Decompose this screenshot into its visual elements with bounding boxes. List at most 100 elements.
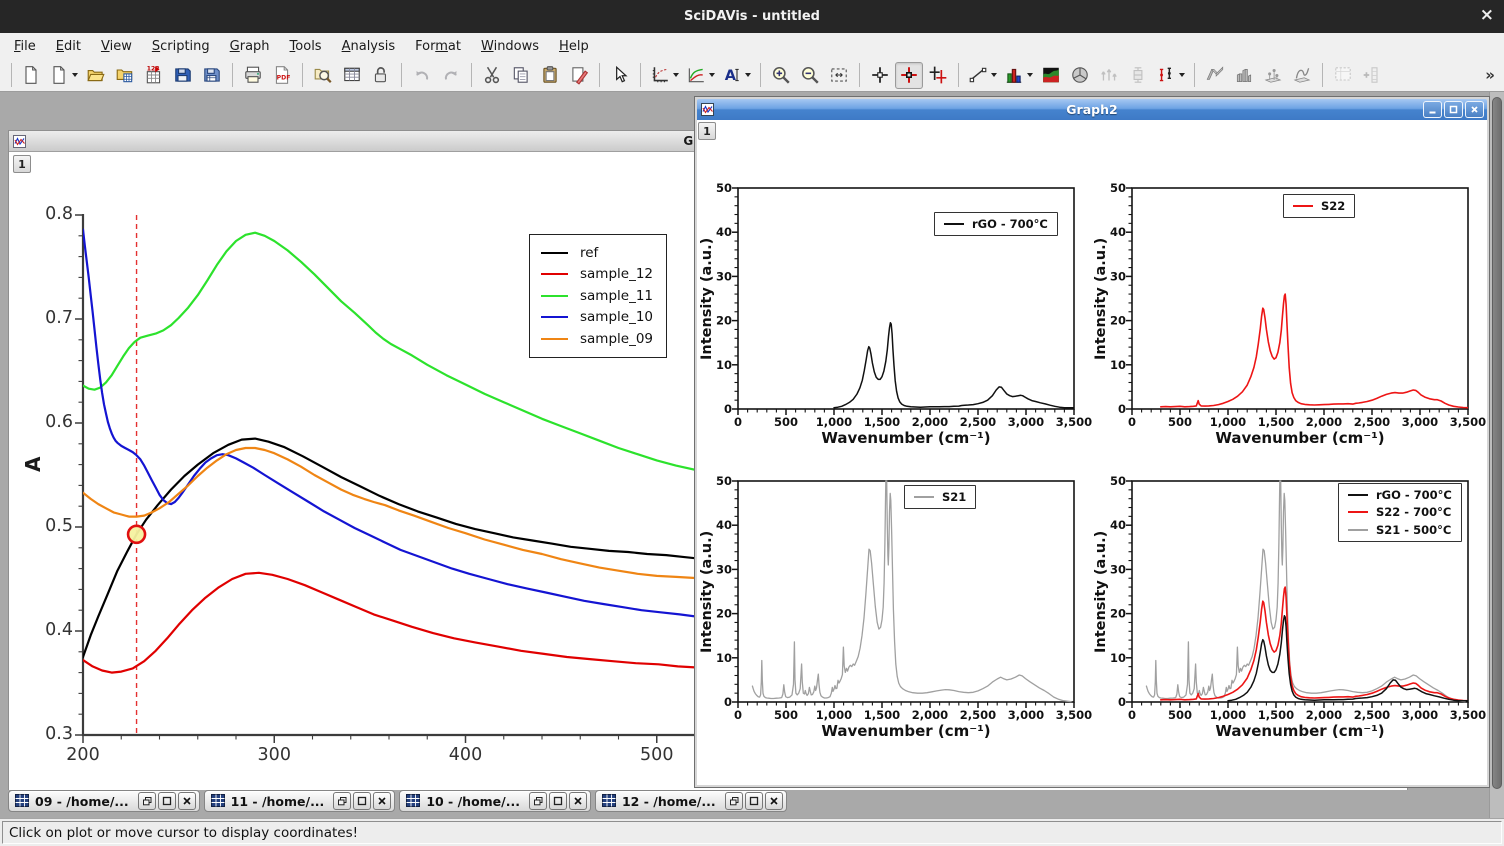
close-icon[interactable] xyxy=(373,792,391,810)
maximize-icon[interactable] xyxy=(1444,101,1463,118)
toolbar-overflow-button[interactable]: » xyxy=(1482,66,1498,84)
raman-s21-plot-canvas[interactable]: 05001,0001,5002,0002,5003,0003,500010203… xyxy=(701,471,1093,763)
workspace-vertical-scrollbar[interactable] xyxy=(1489,92,1504,818)
delete-selection-button[interactable] xyxy=(565,62,593,89)
screen-reader-button[interactable] xyxy=(866,62,894,89)
save-project-button[interactable] xyxy=(169,62,197,89)
save-template-button[interactable] xyxy=(198,62,226,89)
plot3d-trajectory-button[interactable] xyxy=(1288,62,1316,89)
open-template-icon xyxy=(115,65,135,85)
minimized-window-11[interactable]: 11 - /home/... xyxy=(204,790,396,812)
rescale-button[interactable] xyxy=(825,62,853,89)
plot3d-bars-button[interactable] xyxy=(1230,62,1258,89)
subplot-s21: 05001,0001,5002,0002,5003,0003,500010203… xyxy=(701,471,1093,763)
minimized-window-09[interactable]: 09 - /home/... xyxy=(8,790,200,812)
error-bars-icon xyxy=(1156,65,1176,85)
svg-text:50: 50 xyxy=(1110,181,1126,195)
toolbar-separator xyxy=(302,63,303,87)
minimize-icon[interactable] xyxy=(1423,101,1442,118)
minimized-window-label: 10 - /home/... xyxy=(426,794,520,809)
uvvis-legend[interactable]: refsample_12sample_11sample_10sample_09 xyxy=(529,234,667,358)
graph1-layer-button[interactable]: 1 xyxy=(13,155,31,173)
restore-icon[interactable] xyxy=(529,792,547,810)
pointer-button[interactable] xyxy=(606,62,634,89)
svg-text:500: 500 xyxy=(1168,415,1192,429)
maximize-icon[interactable] xyxy=(158,792,176,810)
data-reader-button[interactable] xyxy=(895,62,923,89)
import-ascii-button[interactable]: 123 xyxy=(140,62,168,89)
toolbar-separator xyxy=(958,63,959,87)
pie-plot-button[interactable] xyxy=(1066,62,1094,89)
restore-icon[interactable] xyxy=(725,792,743,810)
legend-line-swatch xyxy=(914,496,934,498)
plot3d-ribbon-button[interactable] xyxy=(1201,62,1229,89)
cut-button[interactable] xyxy=(478,62,506,89)
menu-edit[interactable]: Edit xyxy=(46,36,91,57)
maximize-icon[interactable] xyxy=(353,792,371,810)
graph2-titlebar[interactable]: Graph2 xyxy=(697,99,1487,120)
menu-file[interactable]: File xyxy=(4,36,46,57)
minimized-window-10[interactable]: 10 - /home/... xyxy=(399,790,591,812)
close-icon[interactable] xyxy=(178,792,196,810)
menu-tools[interactable]: Tools xyxy=(280,36,332,57)
copy-button[interactable] xyxy=(507,62,535,89)
bar-plot-button[interactable] xyxy=(1001,62,1036,89)
raman-s22-plot-canvas[interactable]: 05001,0001,5002,0002,5003,0003,500010203… xyxy=(1095,178,1487,470)
line-plot-icon xyxy=(968,65,988,85)
area-plot-button[interactable] xyxy=(1037,62,1065,89)
raman-rgo-legend[interactable]: rGO - 700°C xyxy=(934,212,1058,236)
graph2-layer-button[interactable]: 1 xyxy=(698,122,716,140)
raman-combined-legend[interactable]: rGO - 700°CS22 - 700°CS21 - 500°C xyxy=(1338,483,1462,542)
restore-icon[interactable] xyxy=(333,792,351,810)
new-project-button[interactable] xyxy=(17,62,45,89)
open-template-button[interactable] xyxy=(111,62,139,89)
results-log-icon xyxy=(342,65,362,85)
close-icon[interactable] xyxy=(765,792,783,810)
maximize-icon[interactable] xyxy=(745,792,763,810)
svg-text:20: 20 xyxy=(716,314,732,328)
raman-y-axis-title: Intensity (a.u.) xyxy=(697,481,717,702)
zoom-in-button[interactable] xyxy=(767,62,795,89)
scrollbar-thumb[interactable] xyxy=(1492,97,1502,789)
menu-graph[interactable]: Graph xyxy=(220,36,280,57)
new-aspect-button[interactable] xyxy=(46,62,81,89)
add-text-button[interactable]: A xyxy=(719,62,754,89)
export-pdf-button[interactable]: PDF xyxy=(268,62,296,89)
svg-text:1,000: 1,000 xyxy=(816,415,852,429)
window-close-button[interactable]: × xyxy=(1480,0,1494,33)
zoom-out-button[interactable] xyxy=(796,62,824,89)
graph2-content: 1 05001,0001,5002,0002,5003,0003,5000102… xyxy=(697,120,1487,785)
menu-analysis[interactable]: Analysis xyxy=(332,36,406,57)
legend-label: S22 xyxy=(1321,199,1345,213)
paste-button[interactable] xyxy=(536,62,564,89)
close-icon[interactable] xyxy=(1465,101,1484,118)
raman-s21-legend[interactable]: S21 xyxy=(904,485,976,509)
project-explorer-button[interactable] xyxy=(309,62,337,89)
undo-button xyxy=(408,62,436,89)
plot3d-scatter-button[interactable] xyxy=(1259,62,1287,89)
menu-scripting[interactable]: Scripting xyxy=(142,36,220,57)
error-bars-button[interactable] xyxy=(1153,62,1188,89)
print-button[interactable] xyxy=(239,62,267,89)
menu-view[interactable]: View xyxy=(91,36,142,57)
area-plot-icon xyxy=(1041,65,1061,85)
plot-curves-button[interactable] xyxy=(683,62,718,89)
pointer-icon xyxy=(610,65,630,85)
print-icon xyxy=(243,65,263,85)
raman-s22-legend[interactable]: S22 xyxy=(1283,194,1355,218)
line-plot-button[interactable] xyxy=(965,62,1000,89)
plot-axes-button[interactable] xyxy=(647,62,682,89)
menu-help[interactable]: Help xyxy=(549,36,599,57)
menu-format[interactable]: Format xyxy=(405,36,471,57)
select-data-range-button[interactable] xyxy=(924,62,952,89)
dropdown-arrow-icon xyxy=(1179,73,1185,77)
menu-windows[interactable]: Windows xyxy=(471,36,549,57)
restore-icon[interactable] xyxy=(138,792,156,810)
open-project-button[interactable] xyxy=(82,62,110,89)
lock-toolbars-button[interactable] xyxy=(367,62,395,89)
results-log-button[interactable] xyxy=(338,62,366,89)
close-icon[interactable] xyxy=(569,792,587,810)
maximize-icon[interactable] xyxy=(549,792,567,810)
minimized-window-12[interactable]: 12 - /home/... xyxy=(595,790,787,812)
svg-text:50: 50 xyxy=(716,181,732,195)
